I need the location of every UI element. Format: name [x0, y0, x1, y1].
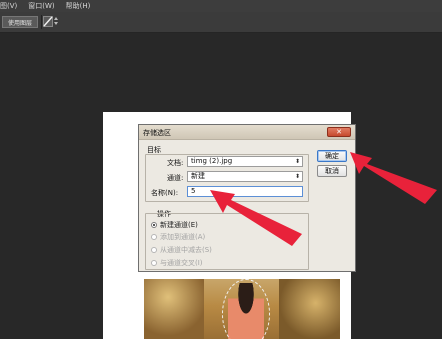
radio-new-channel[interactable]: 新建通道(E) — [151, 220, 198, 229]
radio-button[interactable] — [151, 246, 157, 253]
document-select[interactable]: timg (2).jpg ⬍ — [187, 156, 303, 167]
name-input[interactable]: 5 — [187, 186, 303, 197]
radio-label: 从通道中减去(S) — [160, 245, 212, 254]
cancel-button[interactable]: 取消 — [317, 165, 347, 177]
channel-select-value: 新建 — [191, 172, 205, 180]
menu-item-help[interactable]: 帮助(H) — [66, 1, 91, 11]
radio-button[interactable] — [151, 233, 157, 240]
radio-add-to-channel[interactable]: 添加到通道(A) — [151, 232, 205, 241]
channel-select[interactable]: 新建 ⬍ — [187, 171, 303, 182]
menu-item-view[interactable]: 图(V) — [0, 1, 17, 11]
channel-label: 通道: — [167, 174, 184, 182]
radio-button[interactable] — [151, 259, 157, 266]
options-separator — [41, 15, 42, 29]
document-select-value: timg (2).jpg — [191, 157, 233, 165]
save-selection-dialog: 存储选区 ✕ 目标 文档: timg (2).jpg ⬍ 通道: 新建 ⬍ 名称… — [138, 124, 356, 272]
radio-subtract-from-channel[interactable]: 从通道中减去(S) — [151, 245, 212, 254]
menu-item-window[interactable]: 窗口(W) — [28, 1, 54, 11]
document-photo — [144, 279, 340, 339]
select-arrow-icon: ⬍ — [294, 173, 300, 180]
arrow-to-ok-button — [350, 152, 437, 204]
menu-bar: 图(V) 窗口(W) 帮助(H) — [0, 0, 442, 12]
ok-button[interactable]: 确定 — [317, 150, 347, 162]
radio-label: 新建通道(E) — [160, 220, 198, 229]
dropdown-arrows-icon[interactable] — [54, 16, 58, 26]
radio-intersect-channel[interactable]: 与通道交叉(I) — [151, 258, 203, 267]
use-layer-button[interactable]: 使用图层 — [2, 16, 38, 28]
autumn-tree-left — [144, 279, 204, 339]
autumn-tree-right — [279, 279, 340, 339]
document-label: 文档: — [167, 159, 184, 167]
dialog-title: 存储选区 — [143, 129, 171, 137]
select-arrow-icon: ⬍ — [294, 158, 300, 165]
diagonal-slash-icon[interactable] — [43, 16, 53, 27]
radio-label: 与通道交叉(I) — [160, 258, 203, 267]
options-bar: 使用图层 — [0, 12, 442, 33]
radio-label: 添加到通道(A) — [160, 232, 206, 241]
dialog-titlebar[interactable]: 存储选区 ✕ — [139, 125, 355, 140]
name-input-value: 5 — [191, 187, 196, 195]
close-button[interactable]: ✕ — [327, 127, 351, 137]
name-label: 名称(N): — [151, 189, 179, 197]
radio-button[interactable] — [151, 221, 157, 228]
